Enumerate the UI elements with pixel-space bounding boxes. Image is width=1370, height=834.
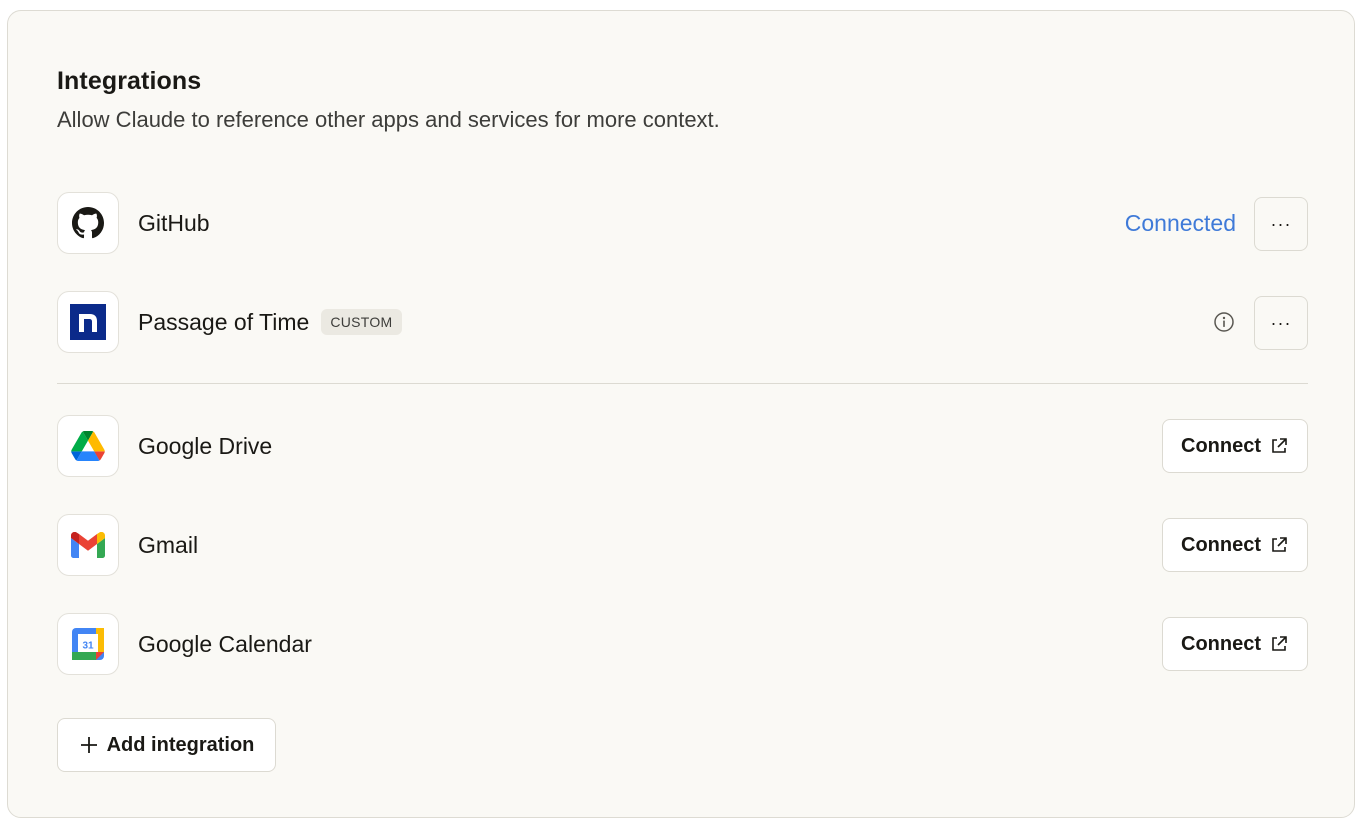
section-subtitle: Allow Claude to reference other apps and… <box>57 107 720 132</box>
info-icon[interactable] <box>1213 311 1235 333</box>
passage-of-time-logo <box>57 291 119 353</box>
integration-row-github: GitHub Connected ··· <box>57 192 1308 254</box>
connect-label: Connect <box>1181 434 1261 457</box>
github-logo <box>57 192 119 254</box>
more-icon: ··· <box>1270 312 1292 333</box>
external-link-icon <box>1272 636 1287 651</box>
connect-google-drive-button[interactable]: Connect <box>1162 419 1308 473</box>
integration-name: Passage of Time <box>138 309 310 335</box>
connected-status: Connected <box>1124 210 1236 236</box>
add-integration-label: Add integration <box>106 733 255 756</box>
more-options-button[interactable]: ··· <box>1254 197 1308 251</box>
integration-name: GitHub <box>138 210 210 236</box>
integration-name: Google Calendar <box>138 631 312 657</box>
section-title: Integrations <box>57 67 202 95</box>
integration-row-google-calendar: 31 Google Calendar Connect <box>57 613 1308 675</box>
integrations-card: Integrations Allow Claude to reference o… <box>7 10 1355 818</box>
gmail-logo <box>57 514 119 576</box>
google-calendar-logo: 31 <box>57 613 119 675</box>
github-icon <box>72 207 104 239</box>
gmail-icon <box>71 532 105 558</box>
integration-row-passage-of-time: Passage of Time CUSTOM ··· <box>57 291 1308 353</box>
integration-name-wrap: Passage of Time CUSTOM <box>138 308 402 337</box>
calendar-day: 31 <box>82 641 94 652</box>
external-link-icon <box>1272 537 1287 552</box>
custom-badge: CUSTOM <box>321 308 402 335</box>
integration-row-google-drive: Google Drive Connect <box>57 415 1308 477</box>
google-drive-logo <box>57 415 119 477</box>
external-link-icon <box>1272 438 1287 453</box>
connect-label: Connect <box>1181 632 1261 655</box>
section-divider <box>57 383 1308 384</box>
plus-icon <box>80 737 97 753</box>
add-integration-button[interactable]: Add integration <box>57 718 276 772</box>
connect-google-calendar-button[interactable]: Connect <box>1162 617 1308 671</box>
more-icon: ··· <box>1270 213 1292 234</box>
connect-gmail-button[interactable]: Connect <box>1162 518 1308 572</box>
more-options-button[interactable]: ··· <box>1254 296 1308 350</box>
integration-name: Gmail <box>138 532 199 558</box>
connect-label: Connect <box>1181 533 1261 556</box>
integration-name: Google Drive <box>138 433 273 459</box>
passage-of-time-icon <box>70 304 106 340</box>
integration-row-gmail: Gmail Connect <box>57 514 1308 576</box>
google-drive-icon <box>71 431 105 461</box>
google-calendar-icon: 31 <box>72 628 104 660</box>
